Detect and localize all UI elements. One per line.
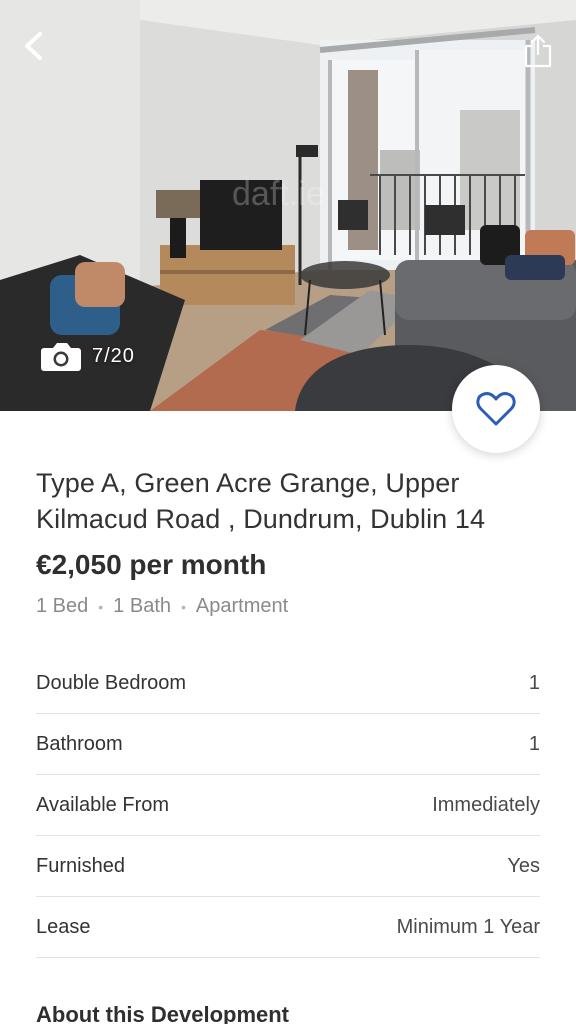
- detail-value: Yes: [507, 854, 540, 877]
- detail-label: Lease: [36, 915, 91, 938]
- camera-icon: [41, 343, 81, 371]
- heart-outline-icon: [476, 392, 516, 426]
- back-button[interactable]: [16, 28, 52, 64]
- detail-row-double-bedroom: Double Bedroom 1: [36, 653, 540, 714]
- photo-counter[interactable]: 7/20: [40, 340, 135, 372]
- detail-value: Immediately: [432, 793, 540, 816]
- detail-value: Minimum 1 Year: [396, 915, 540, 938]
- beds-count: 1 Bed: [36, 595, 89, 617]
- detail-label: Available From: [36, 793, 170, 816]
- detail-label: Furnished: [36, 854, 125, 877]
- detail-value: 1: [528, 732, 540, 755]
- property-type: Apartment: [195, 595, 289, 617]
- detail-row-bathroom: Bathroom 1: [36, 714, 540, 775]
- share-button[interactable]: [520, 26, 556, 70]
- detail-value: 1: [528, 671, 540, 694]
- share-icon: [524, 34, 552, 68]
- photo-count: 7/20: [92, 344, 135, 367]
- listing-price: €2,050 per month: [36, 549, 267, 580]
- detail-row-furnished: Furnished Yes: [36, 836, 540, 897]
- detail-row-available-from: Available From Immediately: [36, 775, 540, 836]
- chevron-left-icon: [25, 32, 42, 60]
- listing-meta: 1 Bed • 1 Bath • Apartment: [36, 595, 540, 618]
- baths-count: 1 Bath: [113, 595, 171, 617]
- detail-label: Bathroom: [36, 732, 123, 755]
- listing-title: Type A, Green Acre Grange, Upper Kilmacu…: [36, 468, 486, 534]
- details-list: Double Bedroom 1 Bathroom 1 Available Fr…: [36, 653, 540, 958]
- listing-summary: Type A, Green Acre Grange, Upper Kilmacu…: [36, 465, 540, 618]
- detail-label: Double Bedroom: [36, 671, 187, 694]
- photo-gallery[interactable]: daft.ie 7/20: [0, 0, 576, 411]
- watermark-text: daft.ie: [232, 175, 325, 213]
- favorite-button[interactable]: [452, 365, 540, 453]
- separator-dot: •: [181, 598, 186, 615]
- about-development-heading: About this Development: [36, 1002, 290, 1024]
- detail-row-lease: Lease Minimum 1 Year: [36, 897, 540, 958]
- separator-dot: •: [98, 598, 104, 615]
